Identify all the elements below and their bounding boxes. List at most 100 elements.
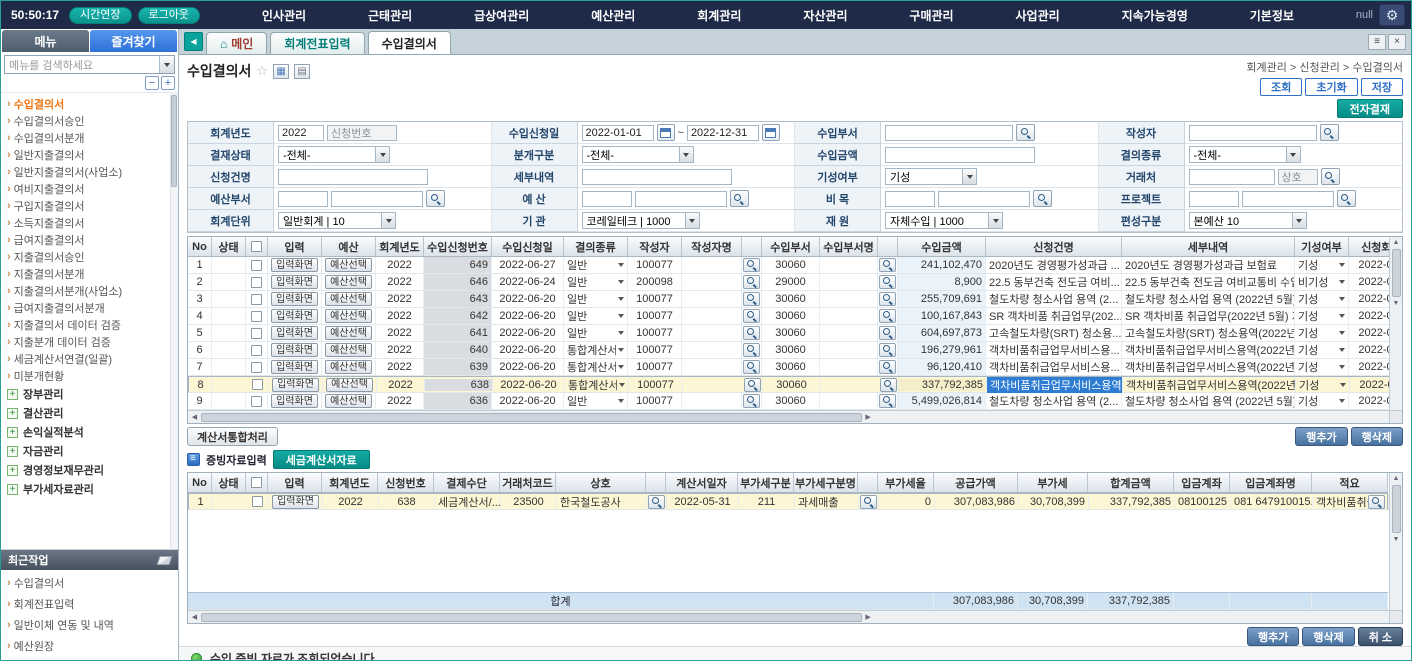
cell-gisung[interactable]: 기성 (1295, 257, 1349, 273)
grid-budget_btn[interactable]: 예산선택 (325, 343, 372, 357)
table-row[interactable]: 2입력화면예산선택20226462022-06-24일반200098290008… (188, 274, 1389, 291)
row-checkbox[interactable] (251, 345, 262, 356)
grid-budget_btn[interactable]: 예산선택 (325, 394, 372, 408)
cell-kind[interactable]: 일반 (564, 274, 628, 290)
cancel-button[interactable]: 취 소 (1358, 627, 1403, 646)
column-header-detail[interactable]: 세부내역 (1122, 237, 1295, 256)
column-header-title[interactable]: 신청건명 (986, 237, 1122, 256)
sidebar-item[interactable]: ›여비지출결의서 (7, 180, 170, 197)
search-button[interactable] (879, 343, 896, 357)
scrollbar-thumb[interactable] (171, 95, 177, 187)
sidebar-item[interactable]: ›미분개현황 (7, 367, 170, 384)
row-checkbox[interactable] (251, 311, 262, 322)
search-button[interactable] (879, 360, 896, 374)
topbar-menu-item[interactable]: 근태관리 (362, 7, 418, 24)
column-header-vat_code[interactable]: 부가세구분 (738, 473, 794, 492)
sidebar-item[interactable]: ›지출결의서 데이터 검증 (7, 316, 170, 333)
table-row[interactable]: 7입력화면예산선택20226392022-06-20통합계산서100077300… (188, 359, 1389, 376)
search-button[interactable] (648, 495, 665, 509)
column-header-input_btn[interactable]: 입력 (268, 473, 322, 492)
filter-input[interactable] (635, 191, 727, 207)
filter-input[interactable] (885, 147, 1035, 163)
chevron-down-icon[interactable] (159, 56, 174, 73)
cell-kind[interactable]: 일반 (564, 325, 628, 341)
column-header-account_name[interactable]: 입금계좌명 (1230, 473, 1312, 492)
row-checkbox[interactable] (251, 294, 262, 305)
column-header-req_date[interactable]: 수입신청일 (492, 237, 564, 256)
filter-input[interactable] (1189, 169, 1275, 185)
screen-icon[interactable]: ▦ (273, 64, 289, 79)
filter-input[interactable] (1242, 191, 1334, 207)
column-header-req_no[interactable]: 수입신청번호 (424, 237, 492, 256)
grid-input_btn[interactable]: 입력화면 (271, 394, 318, 408)
header-action-button[interactable]: 초기화 (1305, 78, 1357, 96)
filter-select[interactable]: 본예산 10 (1189, 212, 1307, 229)
capture-icon[interactable]: ▤ (294, 64, 310, 79)
column-header-s2[interactable] (878, 237, 898, 256)
tab-close-button[interactable]: × (1388, 34, 1406, 50)
search-button[interactable] (860, 495, 877, 509)
sidebar-item[interactable]: ›급여지출결의서 (7, 231, 170, 248)
search-button[interactable] (743, 275, 760, 289)
column-header-budget_btn[interactable]: 예산 (322, 237, 376, 256)
column-header-chk[interactable] (246, 473, 268, 492)
cell-kind[interactable]: 통합계산서 (565, 377, 629, 393)
add-row-button-2[interactable]: 행추가 (1247, 627, 1299, 646)
search-button[interactable] (743, 394, 760, 408)
recent-item[interactable]: ›회계전표입력 (7, 593, 170, 614)
filter-input[interactable] (331, 191, 423, 207)
column-header-year[interactable]: 회계년도 (376, 237, 424, 256)
recent-item[interactable]: ›예산원장 (7, 635, 170, 656)
topbar-menu-item[interactable]: 예산관리 (585, 7, 641, 24)
settings-button[interactable]: ⚙ (1379, 4, 1405, 26)
search-button[interactable] (879, 394, 896, 408)
column-header-gisung[interactable]: 기성여부 (1295, 237, 1349, 256)
menu-search-combo[interactable]: 메뉴를 검색하세요 (4, 55, 175, 74)
filter-input[interactable] (1189, 191, 1239, 207)
filter-select[interactable]: -전체- (1189, 146, 1301, 163)
column-header-s1[interactable] (646, 473, 666, 492)
sidebar-item[interactable]: ›지출결의서분개 (7, 265, 170, 282)
topbar-menu-item[interactable]: 회계관리 (691, 7, 747, 24)
search-button[interactable] (1033, 190, 1052, 207)
column-header-vat[interactable]: 부가세 (1018, 473, 1088, 492)
search-button[interactable] (1016, 124, 1035, 141)
cell-gisung[interactable]: 비기성 (1295, 274, 1349, 290)
column-header-supply[interactable]: 공급가액 (934, 473, 1018, 492)
sidebar-item[interactable]: ›수입결의서분개 (7, 129, 170, 146)
table-row[interactable]: 4입력화면예산선택20226422022-06-20일반100077300601… (188, 308, 1389, 325)
cell-kind[interactable]: 일반 (564, 291, 628, 307)
cell-gisung[interactable]: 기성 (1296, 377, 1350, 393)
header-action-button[interactable]: 저장 (1361, 78, 1403, 96)
tab[interactable]: ⌂메인 (206, 32, 267, 54)
select-all-checkbox[interactable] (251, 241, 262, 252)
filter-input[interactable] (327, 125, 397, 141)
column-header-amount[interactable]: 수입금액 (898, 237, 986, 256)
filter-input[interactable] (885, 191, 935, 207)
grid-budget_btn[interactable]: 예산선택 (325, 309, 372, 323)
column-header-req_no[interactable]: 신청번호 (378, 473, 434, 492)
column-header-no[interactable]: No (188, 237, 212, 256)
column-header-vendor[interactable]: 상호 (556, 473, 646, 492)
search-button[interactable] (879, 326, 896, 340)
filter-input[interactable] (687, 125, 759, 141)
sidebar-scrollbar[interactable] (170, 93, 178, 549)
table-row[interactable]: 1입력화면2022638세금계산서/...23500한국철도공사2022-05-… (188, 493, 1388, 510)
search-button[interactable] (879, 309, 896, 323)
cell-kind[interactable]: 일반 (564, 308, 628, 324)
filter-select[interactable]: -전체- (278, 146, 390, 163)
grid-input_btn[interactable]: 입력화면 (271, 309, 318, 323)
scroll-left-icon[interactable]: ◀ (188, 613, 201, 621)
electronic-approval-button[interactable]: 전자결재 (1337, 99, 1403, 118)
cell-gisung[interactable]: 기성 (1295, 359, 1349, 375)
grid-input_btn[interactable]: 입력화면 (271, 360, 318, 374)
filter-input[interactable] (582, 125, 654, 141)
header-action-button[interactable]: 조회 (1260, 78, 1302, 96)
column-header-account[interactable]: 입금계좌 (1174, 473, 1230, 492)
scrollbar-thumb[interactable] (201, 613, 862, 622)
cell-gisung[interactable]: 기성 (1295, 308, 1349, 324)
filter-input[interactable] (885, 125, 1013, 141)
filter-input[interactable] (278, 191, 328, 207)
sidebar-item[interactable]: ›수입결의서승인 (7, 112, 170, 129)
row-checkbox[interactable] (252, 379, 263, 390)
